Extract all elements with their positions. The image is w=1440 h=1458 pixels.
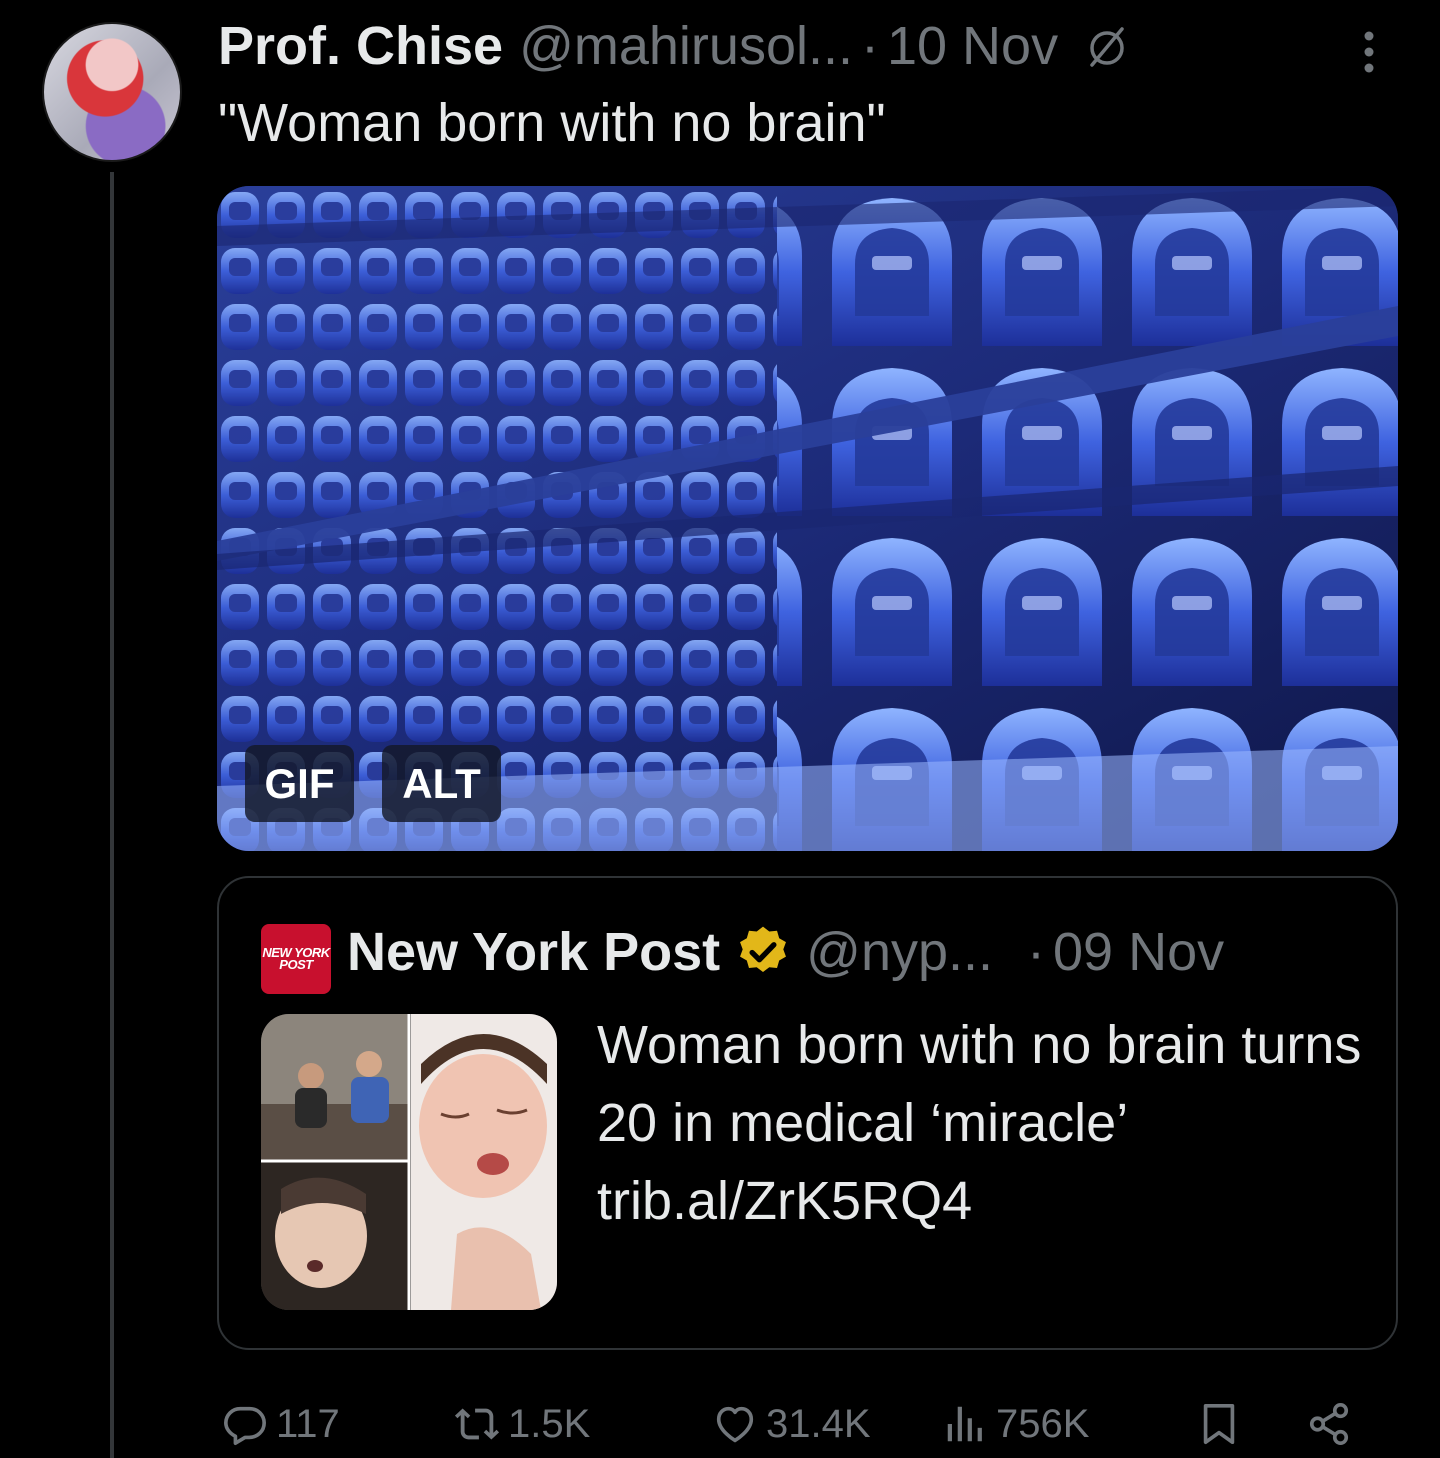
quote-author-name[interactable]: New York Post [347,921,720,983]
views-button[interactable]: 756K [942,1396,1089,1452]
quote-text: Woman born with no brain turns 20 in med… [597,1015,1362,1231]
nyp-logo-text: NEW YORK POST [262,945,330,972]
repost-count: 1.5K [508,1401,591,1446]
share-icon [1309,1403,1349,1445]
quote-author-handle[interactable]: @nyp... [806,921,993,983]
tweet-header: Prof. Chise @mahirusol... · 10 Nov [218,14,1130,78]
views-count: 756K [996,1401,1090,1446]
tweet-text: "Woman born with no brain" [218,93,886,153]
like-button[interactable]: 31.4K [712,1396,871,1452]
tweet-date[interactable]: 10 Nov [887,15,1058,77]
share-button[interactable] [1306,1396,1360,1452]
author-name[interactable]: Prof. Chise [218,15,503,77]
author-handle[interactable]: @mahirusol... [519,15,853,77]
like-icon [716,1406,754,1443]
more-icon[interactable] [1354,28,1384,76]
verified-icon [740,926,787,973]
quote-thumbnail[interactable] [261,1014,557,1310]
quote-separator: · [1027,922,1045,982]
quote-header: New York Post @nyp... · 09 Nov [347,920,1224,984]
alt-badge[interactable]: ALT [382,745,501,822]
nyp-logo: NEW YORK POST [261,924,331,994]
quote-date[interactable]: 09 Nov [1053,921,1224,983]
reply-icon [224,1406,266,1445]
slash-icon [1090,27,1124,67]
thread-line [110,172,114,1458]
reply-button[interactable]: 117 [222,1396,340,1452]
reply-count: 117 [276,1401,340,1446]
quote-thumbnail-image [261,1014,557,1310]
author-avatar[interactable] [42,22,182,162]
repost-button[interactable]: 1.5K [454,1396,590,1452]
action-bar: 117 1.5K 31.4K 756K [218,1392,1378,1458]
bookmark-button[interactable] [1196,1396,1250,1452]
repost-icon [454,1408,500,1440]
bookmark-icon [1203,1403,1235,1445]
header-separator: · [860,16,879,76]
views-icon [947,1406,982,1442]
quoted-tweet[interactable]: NEW YORK POST New York Post @nyp... · 09… [217,876,1398,1350]
gif-badge: GIF [245,745,354,822]
like-count: 31.4K [766,1401,871,1446]
